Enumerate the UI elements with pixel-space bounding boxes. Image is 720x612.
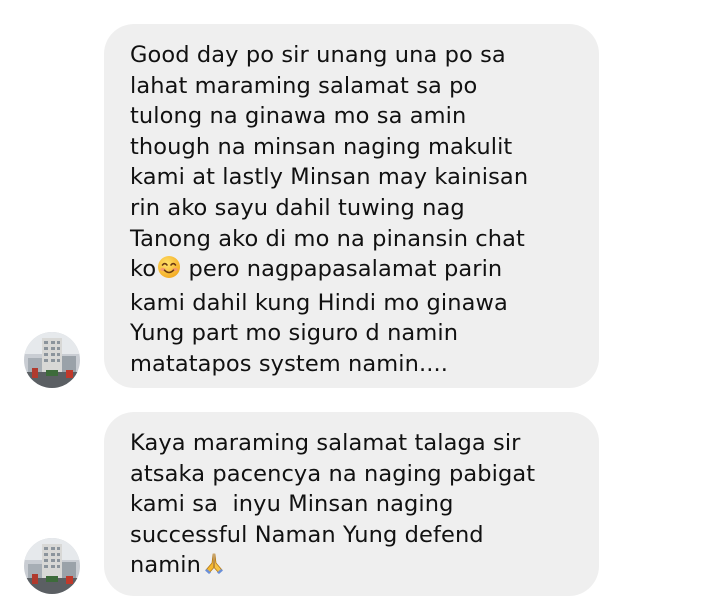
message-line: Yung part mo siguro d namin <box>130 320 459 347</box>
message-line: successful Naman Yung defend <box>130 521 484 548</box>
message-line: Kaya maraming salamat talaga sir <box>130 430 521 456</box>
building-photo-icon <box>24 332 80 388</box>
message-text: ko <box>130 256 157 283</box>
folded-hands-emoji-icon <box>202 551 226 584</box>
message-line-with-emoji: ko pero nagpapasalamat parin <box>130 254 579 288</box>
message-text: pero nagpapasalamat parin <box>181 256 503 283</box>
message-text: namin <box>130 552 201 579</box>
message-line: atsaka pacencya na naging pabigat <box>130 460 536 487</box>
message-line: kami at lastly Minsan may kainisan <box>130 164 529 191</box>
message-bubble[interactable]: Good day po sir unang una po sa lahat ma… <box>104 24 599 388</box>
message-line-with-emoji: namin <box>130 550 579 584</box>
message-line: rin ako sayu dahil tuwing nag <box>130 194 465 221</box>
sender-avatar[interactable] <box>24 332 80 388</box>
message-line: tulong na ginawa mo sa amin <box>130 103 467 130</box>
message-line: though na minsan naging makulit <box>130 133 513 160</box>
chat-thread: Good day po sir unang una po sa lahat ma… <box>0 0 720 612</box>
building-photo-icon <box>24 538 80 594</box>
message-line: Good day po sir unang una po sa <box>130 42 506 68</box>
message-line: Tanong ako di mo na pinansin chat <box>130 225 525 252</box>
message-line: lahat maraming salamat sa po <box>130 72 478 99</box>
message-line: kami dahil kung Hindi mo ginawa <box>130 289 508 316</box>
message-line: matatapos system namin.... <box>130 350 449 377</box>
sender-avatar[interactable] <box>24 538 80 594</box>
message-bubble[interactable]: Kaya maraming salamat talaga sir atsaka … <box>104 412 599 596</box>
smiling-face-emoji-icon <box>157 255 181 288</box>
message-line: kami sa inyu Minsan naging <box>130 491 454 518</box>
